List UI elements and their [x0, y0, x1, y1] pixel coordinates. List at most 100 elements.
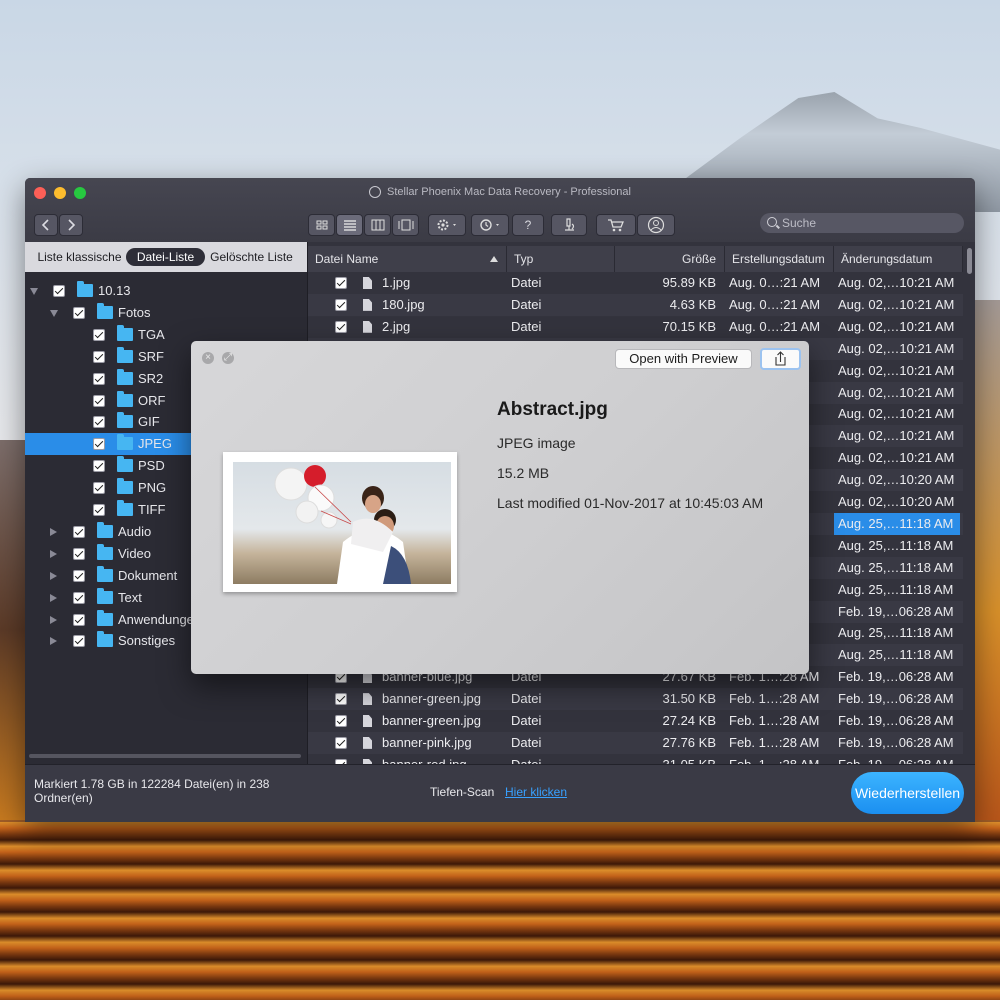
tab-deleted-list[interactable]: Gelöschte Liste	[206, 248, 297, 266]
disclosure-collapsed-icon[interactable]	[50, 571, 57, 580]
tree-horizontal-scrollbar[interactable]	[29, 754, 301, 758]
history-menu-button[interactable]	[471, 214, 509, 236]
tree-item-label: PNG	[138, 480, 167, 496]
gear-icon	[437, 219, 456, 231]
tree-checkbox[interactable]	[73, 613, 85, 626]
column-header-type[interactable]: Typ	[507, 246, 615, 272]
file-type-cell: Datei	[511, 275, 542, 290]
tree-checkbox[interactable]	[93, 416, 105, 429]
modified-date-cell: Aug. 25,…11:18 AM	[838, 559, 954, 575]
row-checkbox[interactable]	[335, 277, 347, 289]
forward-button[interactable]	[59, 214, 83, 236]
created-date-cell: Aug. 0…:21 AM	[729, 296, 821, 312]
deep-scan-link[interactable]: Hier klicken	[505, 785, 567, 799]
disclosure-collapsed-icon[interactable]	[50, 637, 57, 646]
modified-date-cell: Aug. 02,…10:21 AM	[838, 406, 955, 422]
tab-file-list[interactable]: Datei-Liste	[126, 248, 205, 266]
back-button[interactable]	[34, 214, 58, 236]
tree-checkbox[interactable]	[73, 525, 85, 538]
column-header-name-label: Datei Name	[315, 252, 379, 266]
tree-checkbox[interactable]	[93, 372, 105, 385]
search-input[interactable]: Suche	[760, 213, 964, 233]
quick-look-close-icon[interactable]: ×	[202, 352, 214, 364]
file-list-vertical-scrollbar[interactable]	[967, 248, 972, 274]
row-checkbox[interactable]	[335, 736, 347, 749]
tab-classic-list[interactable]: Liste klassische	[32, 248, 127, 266]
disclosure-collapsed-icon[interactable]	[50, 527, 57, 536]
tree-checkbox[interactable]	[93, 394, 105, 407]
tree-checkbox[interactable]	[73, 635, 85, 648]
column-view-button[interactable]	[364, 214, 391, 236]
folder-icon	[97, 565, 113, 582]
row-checkbox[interactable]	[335, 693, 347, 706]
chevron-left-icon	[41, 219, 49, 231]
tree-checkbox[interactable]	[93, 482, 105, 495]
preview-file-kind: JPEG image	[497, 435, 576, 451]
column-header-name[interactable]: Datei Name	[308, 246, 507, 272]
modified-date-cell: Feb. 19,…06:28 AM	[838, 669, 954, 685]
column-header-size[interactable]: Größe	[615, 246, 725, 272]
folder-icon	[97, 521, 113, 538]
quick-look-preview: × ⤢ Open with Preview Abstract.jpg JPEG …	[191, 341, 809, 674]
quick-look-fullscreen-icon[interactable]: ⤢	[222, 352, 234, 364]
list-view-button[interactable]	[336, 214, 363, 236]
buy-button[interactable]	[596, 214, 636, 236]
file-icon	[363, 277, 372, 289]
tree-item[interactable]: Fotos	[25, 302, 307, 324]
modified-date-cell: Aug. 02,…10:21 AM	[838, 340, 955, 356]
created-date-cell: Aug. 0…:21 AM	[729, 275, 821, 290]
modified-date-cell: Aug. 25,…11:18 AM	[838, 647, 954, 663]
table-row[interactable]: banner-green.jpg Datei 27.24 KB Feb. 1…:28 …	[308, 710, 963, 732]
tree-checkbox[interactable]	[93, 438, 105, 451]
column-header-modified[interactable]: Änderungsdatum	[834, 246, 963, 272]
icon-view-button[interactable]	[308, 214, 335, 236]
app-logo-icon	[369, 186, 382, 198]
tree-checkbox[interactable]	[93, 350, 105, 363]
file-name-cell: banner-green.jpg	[382, 713, 482, 728]
help-button[interactable]: ?	[512, 214, 544, 236]
file-icon	[363, 715, 372, 727]
row-checkbox[interactable]	[335, 320, 347, 333]
tree-checkbox[interactable]	[53, 285, 65, 297]
settings-menu-button[interactable]	[428, 214, 466, 236]
modified-date-cell: Feb. 19,…06:28 AM	[838, 691, 954, 707]
share-button[interactable]	[760, 348, 801, 370]
disclosure-collapsed-icon[interactable]	[50, 593, 57, 602]
tree-checkbox[interactable]	[73, 547, 85, 560]
tree-checkbox[interactable]	[93, 504, 105, 516]
cart-icon	[608, 219, 624, 232]
table-row[interactable]: 180.jpg Datei 4.63 KB Aug. 0…:21 AM Aug. 02,…	[308, 293, 963, 316]
column-header-created[interactable]: Erstellungsdatum	[725, 246, 834, 272]
table-row[interactable]: 1.jpg Datei 95.89 KB Aug. 0…:21 AM Aug. 02,……	[308, 272, 963, 294]
tree-checkbox[interactable]	[93, 328, 105, 341]
disclosure-expanded-icon[interactable]	[30, 288, 38, 295]
folder-icon	[77, 281, 93, 297]
row-checkbox[interactable]	[335, 715, 347, 727]
folder-icon	[97, 543, 113, 560]
sort-ascending-icon	[490, 256, 498, 262]
tree-checkbox[interactable]	[73, 569, 85, 582]
account-button[interactable]	[637, 214, 675, 236]
scan-drive-button[interactable]	[551, 214, 587, 236]
disclosure-collapsed-icon[interactable]	[50, 615, 57, 624]
tree-checkbox[interactable]	[93, 460, 105, 473]
tree-checkbox[interactable]	[73, 591, 85, 604]
file-icon	[363, 320, 372, 333]
preview-file-name: Abstract.jpg	[497, 399, 608, 420]
table-row[interactable]: banner-pink.jpg Datei 27.76 KB Feb. 1…:28 A…	[308, 731, 963, 754]
table-row[interactable]: banner-green.jpg Datei 31.50 KB Feb. 1…:28 …	[308, 688, 963, 711]
row-checkbox[interactable]	[335, 298, 347, 311]
table-row[interactable]: 2.jpg Datei 70.15 KB Aug. 0…:21 AM Aug. 02,……	[308, 316, 963, 338]
tree-checkbox[interactable]	[73, 306, 85, 319]
file-type-cell: Datei	[511, 713, 542, 728]
coverflow-view-button[interactable]	[392, 214, 419, 236]
modified-date-cell: Aug. 02,…10:21 AM	[838, 275, 955, 290]
file-name-cell: 2.jpg	[382, 318, 411, 334]
tree-item[interactable]: 10.13	[25, 280, 307, 302]
folder-icon	[97, 609, 113, 626]
disclosure-expanded-icon[interactable]	[50, 309, 58, 317]
grid-icon	[316, 220, 327, 230]
disclosure-collapsed-icon[interactable]	[50, 549, 57, 558]
open-with-preview-button[interactable]: Open with Preview	[615, 349, 752, 369]
recover-button[interactable]: Wiederherstellen	[851, 772, 964, 814]
